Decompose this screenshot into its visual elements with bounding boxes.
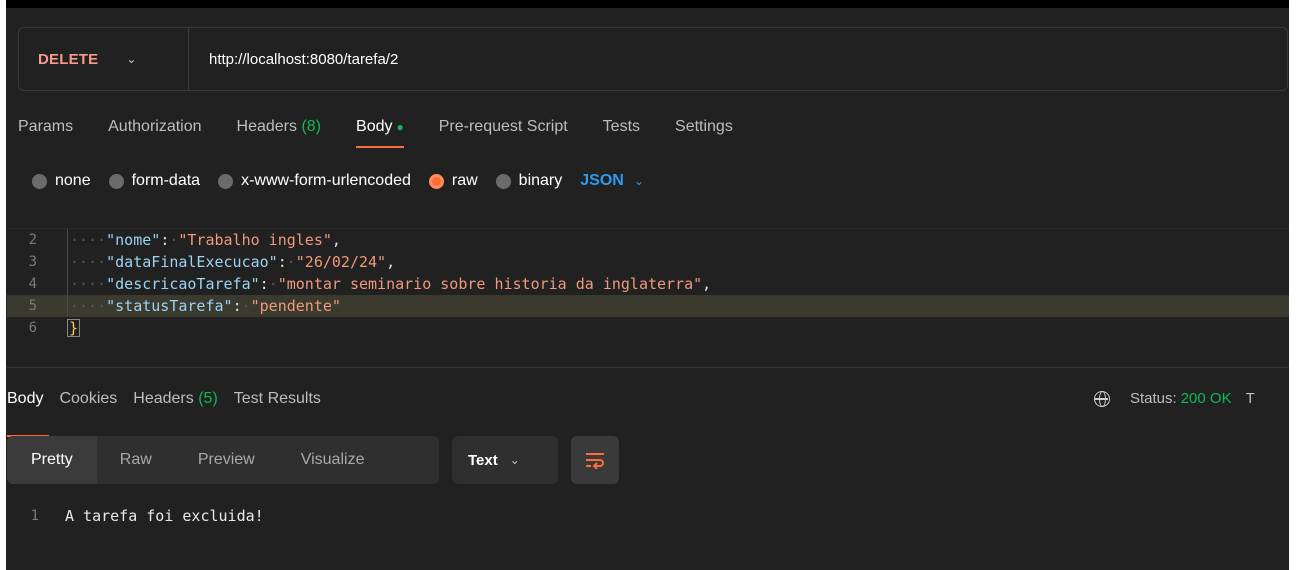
code-line: 3 ···· "dataFinalExecucao": · "26/02/24",	[7, 251, 1289, 273]
json-value: "26/02/24"	[295, 253, 387, 271]
headers-count: (8)	[301, 118, 322, 135]
tab-body[interactable]: Body ●	[356, 108, 404, 148]
radio-icon	[218, 173, 234, 189]
wrap-lines-icon	[586, 453, 604, 469]
tab-settings[interactable]: Settings	[675, 108, 733, 148]
chevron-down-icon: ⌄	[633, 174, 644, 188]
code-line-highlighted: 5 ···· "statusTarefa": · "pendente"	[7, 295, 1289, 317]
globe-icon[interactable]	[1094, 391, 1110, 407]
tab-pre-request-script[interactable]: Pre-request Script	[439, 108, 568, 148]
indent-guide	[67, 295, 68, 317]
tab-params[interactable]: Params	[18, 108, 73, 148]
view-mode-visualize[interactable]: Visualize	[278, 436, 388, 484]
indent-guide	[67, 273, 68, 295]
code-line: 4 ···· "descricaoTarefa": · "montar seminar…	[7, 273, 1289, 295]
code-line: 6 }	[7, 317, 1289, 339]
response-tabs: Body Cookies Headers (5) Test Results	[7, 388, 337, 437]
response-tab-headers[interactable]: Headers (5)	[133, 388, 218, 424]
time-label: T	[1245, 390, 1255, 407]
json-key: "dataFinalExecucao"	[106, 253, 278, 271]
url-input[interactable]: http://localhost:8080/tarefa/2	[189, 51, 398, 68]
json-key: "descricaoTarefa"	[106, 275, 260, 293]
body-type-selector: none form-data x-www-form-urlencoded raw…	[32, 172, 644, 190]
view-mode-preview[interactable]: Preview	[175, 436, 278, 484]
request-body-editor[interactable]: 2 ···· "nome": · "Trabalho ingles", 3 ···· "…	[7, 228, 1289, 368]
response-status: Status: 200 OK T	[1094, 388, 1255, 410]
code-line: 2 ···· "nome": · "Trabalho ingles",	[7, 229, 1289, 251]
response-format-dropdown[interactable]: Text ⌄	[452, 436, 558, 484]
tab-tests[interactable]: Tests	[603, 108, 640, 148]
left-edge	[0, 0, 6, 570]
response-tab-body[interactable]: Body	[7, 388, 49, 437]
radio-x-www-form-urlencoded[interactable]: x-www-form-urlencoded	[218, 172, 411, 190]
json-value: "pendente"	[250, 297, 341, 315]
method-dropdown[interactable]: DELETE ⌄	[19, 28, 189, 90]
radio-binary[interactable]: binary	[495, 172, 562, 190]
modified-dot-icon: ●	[396, 120, 404, 134]
radio-icon	[108, 173, 124, 189]
response-tab-cookies[interactable]: Cookies	[59, 388, 117, 424]
status-label: Status:	[1130, 390, 1177, 407]
active-tab-indicator	[356, 146, 404, 148]
tab-authorization[interactable]: Authorization	[108, 108, 201, 148]
view-mode-switcher: Pretty Raw Preview Visualize	[7, 436, 439, 484]
view-mode-raw[interactable]: Raw	[97, 436, 175, 484]
json-value: "Trabalho ingles"	[178, 231, 332, 249]
radio-icon	[32, 173, 47, 189]
method-label: DELETE	[38, 50, 99, 68]
view-mode-pretty[interactable]: Pretty	[7, 436, 97, 484]
request-tabs: Params Authorization Headers (8) Body ● P…	[18, 108, 768, 148]
status-value[interactable]: 200 OK	[1181, 388, 1232, 410]
chevron-down-icon: ⌄	[509, 453, 520, 467]
tab-headers[interactable]: Headers (8)	[237, 108, 322, 148]
wrap-lines-button[interactable]	[571, 436, 619, 484]
line-number: 4	[28, 276, 37, 292]
radio-form-data[interactable]: form-data	[108, 172, 200, 190]
indent-guide	[67, 251, 68, 273]
closing-brace: }	[67, 319, 81, 337]
line-number: 6	[28, 320, 37, 336]
right-edge	[1289, 0, 1301, 570]
radio-selected-icon	[428, 173, 444, 189]
indent-guide	[67, 229, 68, 251]
chevron-down-icon: ⌄	[126, 52, 137, 66]
line-number: 2	[28, 232, 37, 248]
line-number: 1	[30, 508, 39, 524]
top-border	[0, 0, 1301, 8]
headers-count: (5)	[198, 390, 218, 407]
line-number: 3	[28, 254, 37, 270]
json-key: "statusTarefa"	[106, 297, 233, 315]
radio-raw[interactable]: raw	[428, 172, 478, 190]
json-value: "montar seminario sobre historia da ingl…	[277, 275, 703, 293]
json-key: "nome"	[106, 231, 161, 249]
radio-none[interactable]: none	[32, 172, 91, 190]
radio-icon	[495, 173, 511, 189]
response-text: A tarefa foi excluida!	[65, 507, 264, 525]
response-body[interactable]: 1 A tarefa foi excluida!	[7, 505, 264, 527]
response-tab-test-results[interactable]: Test Results	[234, 388, 321, 424]
url-bar: DELETE ⌄ http://localhost:8080/tarefa/2	[18, 27, 1288, 91]
body-format-dropdown[interactable]: JSON ⌄	[580, 172, 644, 190]
line-number: 5	[28, 298, 37, 314]
